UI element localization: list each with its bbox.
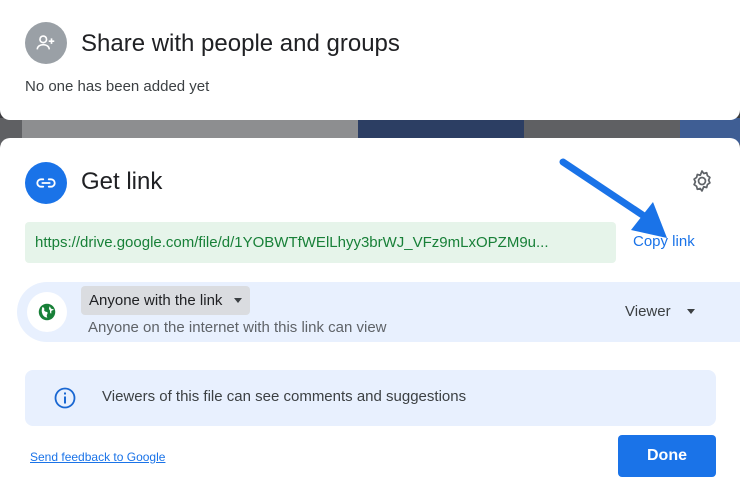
chevron-down-icon (686, 309, 695, 314)
link-access-panel: Anyone with the link Anyone on the inter… (17, 282, 740, 342)
link-access-dropdown[interactable]: Anyone with the link (81, 286, 251, 315)
info-icon (53, 386, 77, 410)
info-text: Viewers of this file can see comments an… (102, 388, 467, 405)
link-url-text: https://drive.google.com/file/d/1YOBWTfW… (35, 234, 549, 251)
copy-link-button[interactable]: Copy link (633, 233, 695, 250)
person-add-icon[interactable] (25, 22, 67, 64)
link-url-field[interactable]: https://drive.google.com/file/d/1YOBWTfW… (25, 222, 616, 263)
info-banner: Viewers of this file can see comments an… (25, 370, 716, 426)
chevron-down-icon (234, 298, 243, 303)
share-subtitle: No one has been added yet (25, 78, 210, 95)
gear-icon[interactable] (688, 167, 716, 195)
link-access-description: Anyone on the internet with this link ca… (88, 319, 387, 336)
link-icon (25, 162, 67, 204)
get-link-card: Get link https://drive.google.com/file/d… (0, 138, 740, 488)
share-title: Share with people and groups (81, 30, 400, 57)
send-feedback-link[interactable]: Send feedback to Google (30, 450, 165, 464)
link-access-label: Anyone with the link (89, 292, 223, 309)
role-label: Viewer (625, 303, 671, 320)
share-people-card: Share with people and groups No one has … (0, 0, 740, 120)
globe-icon (27, 292, 67, 332)
role-dropdown[interactable]: Viewer (625, 303, 695, 320)
done-button[interactable]: Done (618, 435, 716, 477)
get-link-title: Get link (81, 168, 163, 195)
